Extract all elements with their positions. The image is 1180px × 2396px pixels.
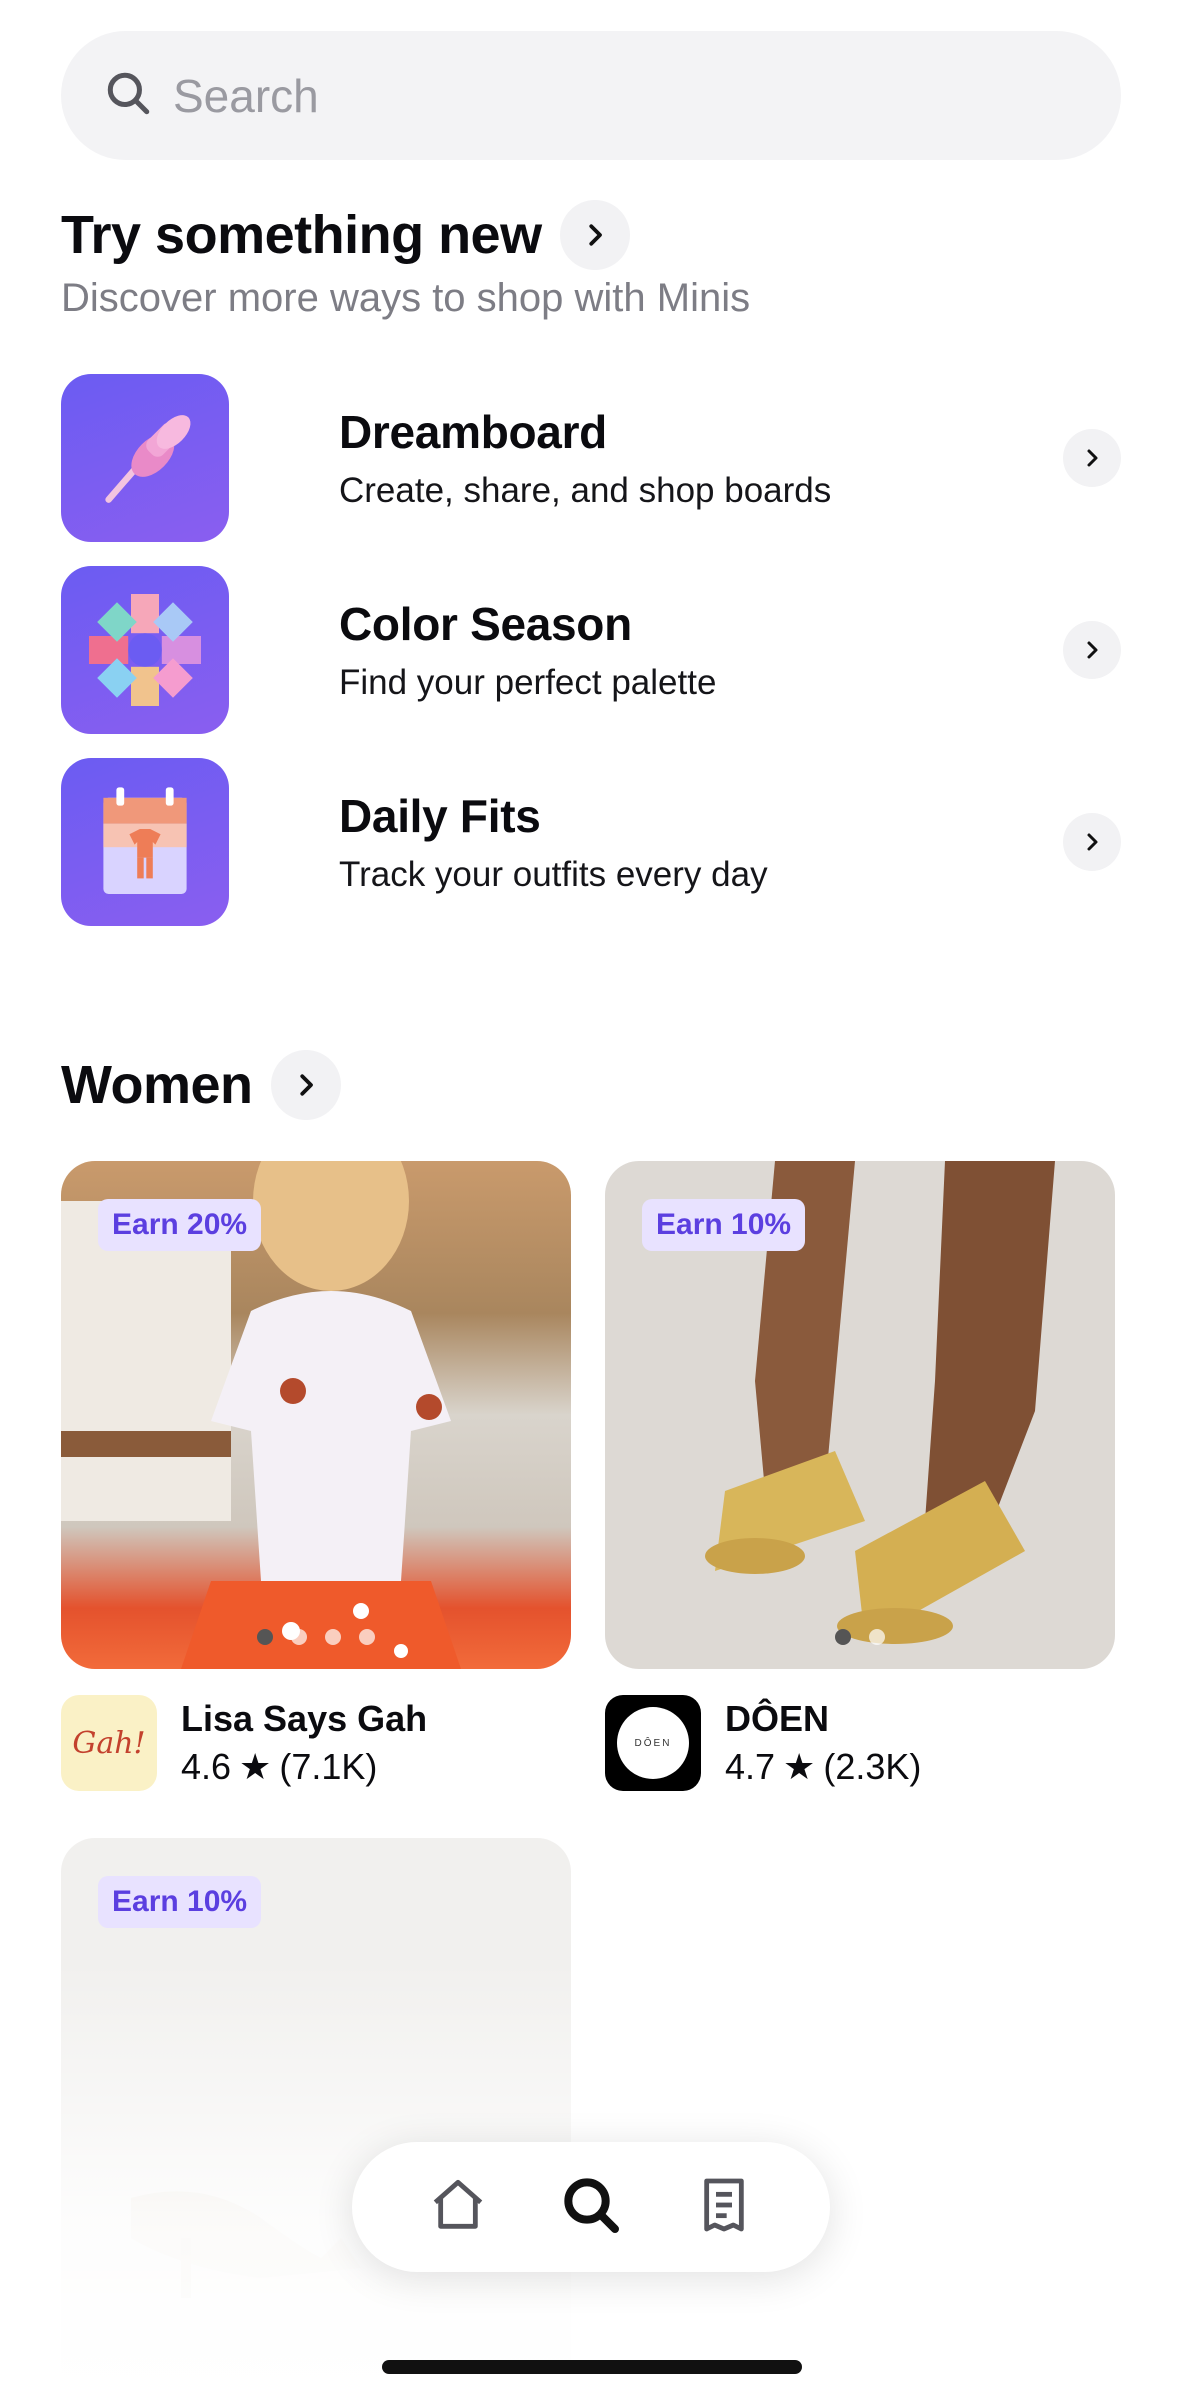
try-section-more-button[interactable]: [559, 200, 630, 270]
try-section-header: Try something new: [61, 200, 630, 270]
earn-badge: Earn 20%: [98, 1199, 262, 1251]
rating-value: 4.6: [181, 1746, 232, 1787]
pagination-dot[interactable]: [291, 1629, 307, 1645]
try-section-subtitle: Discover more ways to shop with Minis: [61, 276, 751, 320]
women-section-header: Women: [61, 1050, 341, 1120]
color-wheel-icon: [61, 566, 229, 734]
bottom-nav: [352, 2142, 830, 2272]
receipt-icon: [703, 2178, 744, 2231]
shop-info-row[interactable]: Gah! Lisa Says Gah 4.6 ★ (7.1K): [61, 1695, 571, 1791]
chevron-right-icon: [1087, 449, 1098, 467]
shop-logo-text: Gah!: [72, 1725, 146, 1761]
shop-info-row[interactable]: DÔEN DÔEN 4.7 ★ (2.3K): [605, 1695, 1115, 1791]
review-count: (7.1K): [279, 1746, 378, 1787]
shop-logo-badge: DÔEN: [617, 1707, 689, 1779]
color-season-open-button[interactable]: [1063, 621, 1121, 679]
mini-item-description: Find your perfect palette: [339, 663, 717, 702]
pagination-dot[interactable]: [835, 1629, 851, 1645]
mini-item-description: Track your outfits every day: [339, 855, 768, 894]
star-icon: ★: [239, 1746, 272, 1787]
mini-item-title: Dreamboard: [339, 406, 607, 458]
pagination-dot[interactable]: [257, 1629, 273, 1645]
search-bar[interactable]: [61, 31, 1121, 160]
search-input[interactable]: [173, 68, 1073, 123]
mini-item-description: Create, share, and shop boards: [339, 471, 832, 510]
search-icon: [103, 68, 153, 123]
mini-item-daily-fits[interactable]: Daily Fits Track your outfits every day: [61, 757, 1121, 927]
dreamboard-open-button[interactable]: [1063, 429, 1121, 487]
pagination-dot[interactable]: [359, 1629, 375, 1645]
nav-home-button[interactable]: [426, 2173, 490, 2242]
product-card[interactable]: Earn 20% Gah! Lisa Says Gah 4.6 ★ (7.1K): [61, 1161, 571, 1791]
search-icon: [564, 2177, 619, 2233]
women-section-more-button[interactable]: [270, 1050, 341, 1120]
calendar-outfit-icon: [61, 758, 229, 926]
review-count: (2.3K): [823, 1746, 922, 1787]
product-image[interactable]: Earn 10%: [605, 1161, 1115, 1669]
pagination-dot[interactable]: [869, 1629, 885, 1645]
page: Try something new Discover more ways to …: [0, 0, 1180, 2396]
product-image[interactable]: Earn 20%: [61, 1161, 571, 1669]
shop-name: Lisa Says Gah: [181, 1698, 428, 1739]
shop-rating: 4.6 ★ (7.1K): [181, 1746, 427, 1788]
shop-logo[interactable]: DÔEN: [605, 1695, 701, 1791]
mini-item-color-season[interactable]: Color Season Find your perfect palette: [61, 565, 1121, 735]
home-indicator[interactable]: [382, 2360, 802, 2374]
shop-rating: 4.7 ★ (2.3K): [725, 1746, 921, 1788]
chevron-right-icon: [1087, 833, 1098, 851]
try-section-title: Try something new: [61, 205, 542, 265]
chevron-right-icon: [588, 224, 602, 246]
shop-name: DÔEN: [725, 1698, 830, 1739]
home-icon: [434, 2179, 483, 2229]
rating-value: 4.7: [725, 1746, 776, 1787]
mini-item-title: Color Season: [339, 598, 632, 650]
mini-item-title: Daily Fits: [339, 790, 541, 842]
shop-logo[interactable]: Gah!: [61, 1695, 157, 1791]
image-pagination[interactable]: [605, 1629, 1115, 1645]
women-section-title: Women: [61, 1055, 253, 1115]
star-icon: ★: [783, 1746, 816, 1787]
mini-item-dreamboard[interactable]: Dreamboard Create, share, and shop board…: [61, 373, 1121, 543]
pagination-dot[interactable]: [325, 1629, 341, 1645]
chevron-right-icon: [1087, 641, 1098, 659]
shop-logo-text: DÔEN: [634, 1737, 672, 1749]
nav-search-button[interactable]: [559, 2173, 623, 2242]
chevron-right-icon: [299, 1074, 313, 1096]
daily-fits-open-button[interactable]: [1063, 813, 1121, 871]
earn-badge: Earn 10%: [642, 1199, 806, 1251]
image-pagination[interactable]: [61, 1629, 571, 1645]
earn-badge: Earn 10%: [98, 1876, 262, 1928]
pushpin-icon: [61, 374, 229, 542]
product-card[interactable]: Earn 10% DÔEN DÔEN 4.7 ★ (2.3K): [605, 1161, 1115, 1791]
nav-orders-button[interactable]: [692, 2173, 756, 2242]
